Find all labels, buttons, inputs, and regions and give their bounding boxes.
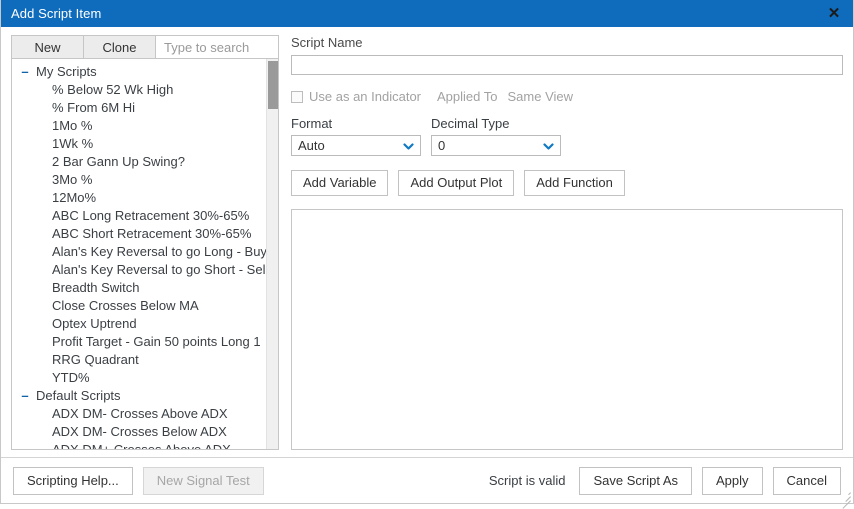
add-variable-button[interactable]: Add Variable xyxy=(291,170,389,196)
format-row: Format Auto Decimal Type 0 xyxy=(291,116,843,156)
tab-new[interactable]: New xyxy=(11,35,83,59)
tree-item[interactable]: YTD% xyxy=(12,369,278,387)
add-script-item-dialog: Add Script Item ✕ New Clone Type to sear… xyxy=(0,0,854,509)
use-as-indicator-checkbox[interactable] xyxy=(291,90,303,103)
decimal-type-select-value: 0 xyxy=(438,138,446,153)
search-input[interactable] xyxy=(162,38,272,56)
tree-item[interactable]: 12Mo% xyxy=(12,189,278,207)
apply-button[interactable]: Apply xyxy=(702,466,763,495)
tree-item[interactable]: ADX DM- Crosses Above ADX xyxy=(12,405,278,423)
chevron-down-icon[interactable] xyxy=(403,140,414,151)
script-name-input[interactable] xyxy=(292,56,842,74)
tree-item[interactable]: Close Crosses Below MA xyxy=(12,297,278,315)
script-status-text: Script is valid xyxy=(488,473,566,488)
applied-to-label: Applied To xyxy=(437,89,498,104)
tree-group-my-scripts[interactable]: – My Scripts xyxy=(12,63,278,81)
tree-item[interactable]: % Below 52 Wk High xyxy=(12,81,278,99)
script-name-field[interactable] xyxy=(291,55,843,75)
format-col: Format Auto xyxy=(291,116,421,156)
script-browser-panel: New Clone – My Scripts % Below 52 Wk Hig… xyxy=(11,35,279,457)
decimal-type-label: Decimal Type xyxy=(431,116,510,131)
tree-item[interactable]: 1Mo % xyxy=(12,117,278,135)
collapse-minus-icon[interactable]: – xyxy=(18,387,32,405)
indicator-options-row: Use as an Indicator Applied To Same View xyxy=(291,89,843,104)
resize-grip[interactable] xyxy=(839,490,851,509)
editor-actions-row: Add Variable Add Output Plot Add Functio… xyxy=(291,170,843,196)
footer-left-actions: Scripting Help... New Signal Test xyxy=(13,466,264,495)
tree-item[interactable]: 1Wk % xyxy=(12,135,278,153)
add-output-plot-button[interactable]: Add Output Plot xyxy=(398,170,515,196)
footer-right-actions: Script is valid Save Script As Apply Can… xyxy=(488,466,841,495)
same-view-label: Same View xyxy=(507,89,574,104)
script-code-editor[interactable] xyxy=(291,209,843,450)
dialog-footer: Scripting Help... New Signal Test Script… xyxy=(1,457,853,509)
tree-scrollbar[interactable] xyxy=(266,59,278,449)
dialog-body: New Clone – My Scripts % Below 52 Wk Hig… xyxy=(1,27,853,457)
dialog-titlebar: Add Script Item ✕ xyxy=(1,0,853,27)
tree-item[interactable]: ADX DM+ Crosses Above ADX xyxy=(12,441,278,449)
tree-item[interactable]: 3Mo % xyxy=(12,171,278,189)
script-source-tabs: New Clone xyxy=(11,35,279,59)
format-label: Format xyxy=(291,116,333,131)
scripting-help-button[interactable]: Scripting Help... xyxy=(13,466,133,495)
cancel-button[interactable]: Cancel xyxy=(772,466,841,495)
tree-group-default-scripts[interactable]: – Default Scripts xyxy=(12,387,278,405)
tree-item[interactable]: Optex Uptrend xyxy=(12,315,278,333)
chevron-down-icon[interactable] xyxy=(543,140,554,151)
collapse-minus-icon[interactable]: – xyxy=(18,63,32,81)
script-editor-panel: Script Name Use as an Indicator Applied … xyxy=(291,35,843,457)
search-box[interactable] xyxy=(155,35,279,59)
save-script-as-button[interactable]: Save Script As xyxy=(579,466,692,495)
use-as-indicator-checkbox-group[interactable]: Use as an Indicator xyxy=(291,89,421,104)
tree-item[interactable]: Breadth Switch xyxy=(12,279,278,297)
decimal-type-select[interactable]: 0 xyxy=(431,135,561,156)
tree-item[interactable]: ABC Short Retracement 30%-65% xyxy=(12,225,278,243)
tree-item[interactable]: 2 Bar Gann Up Swing? xyxy=(12,153,278,171)
format-select[interactable]: Auto xyxy=(291,135,421,156)
tab-clone-label: Clone xyxy=(102,39,137,55)
use-as-indicator-label: Use as an Indicator xyxy=(309,89,422,104)
script-tree: – My Scripts % Below 52 Wk High % From 6… xyxy=(11,59,279,450)
tree-group-label: Default Scripts xyxy=(36,388,121,403)
tree-item[interactable]: Alan's Key Reversal to go Short - Sell xyxy=(12,261,278,279)
format-select-value: Auto xyxy=(298,138,325,153)
tree-group-label: My Scripts xyxy=(36,64,97,79)
tree-scrollbar-thumb[interactable] xyxy=(268,61,278,109)
script-tree-scroll: – My Scripts % Below 52 Wk High % From 6… xyxy=(12,59,278,449)
tab-clone[interactable]: Clone xyxy=(83,35,155,59)
tree-item[interactable]: Profit Target - Gain 50 points Long 1 xyxy=(12,333,278,351)
add-function-button[interactable]: Add Function xyxy=(524,170,625,196)
decimal-type-col: Decimal Type 0 xyxy=(431,116,561,156)
dialog-title: Add Script Item xyxy=(11,6,102,21)
tree-item[interactable]: RRG Quadrant xyxy=(12,351,278,369)
close-icon[interactable]: ✕ xyxy=(815,0,853,27)
new-signal-test-button: New Signal Test xyxy=(142,466,264,495)
script-code-textarea[interactable] xyxy=(292,210,842,449)
tree-item[interactable]: Alan's Key Reversal to go Long - Buy xyxy=(12,243,278,261)
tree-item[interactable]: ADX DM- Crosses Below ADX xyxy=(12,423,278,441)
tree-item[interactable]: % From 6M Hi xyxy=(12,99,278,117)
tab-new-label: New xyxy=(34,39,61,55)
tree-item[interactable]: ABC Long Retracement 30%-65% xyxy=(12,207,278,225)
script-name-label: Script Name xyxy=(291,35,363,50)
